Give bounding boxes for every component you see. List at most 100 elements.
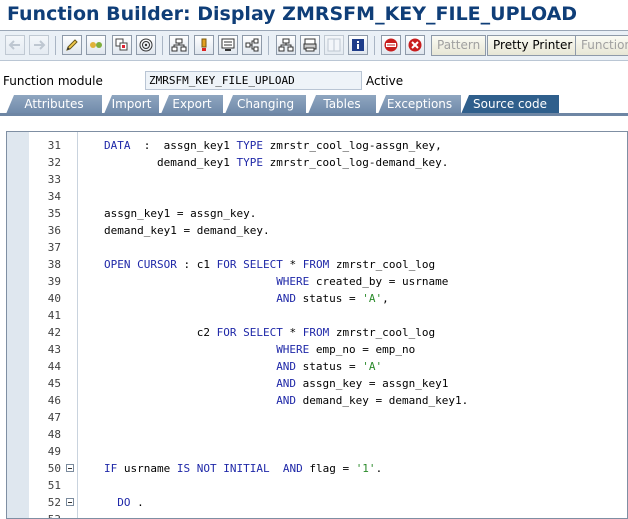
code-token: demand_key1 xyxy=(104,156,237,169)
display-change-icon[interactable] xyxy=(62,35,82,55)
line-number: 40 xyxy=(47,292,61,305)
code-line[interactable]: 43 WHERE emp_no = emp_no xyxy=(7,341,627,358)
keyword-token: WHERE xyxy=(276,275,310,288)
toolbar-separator xyxy=(374,36,375,55)
code-token: assgn_key = assgn_key1 xyxy=(296,377,449,390)
code-text: DATA : assgn_key1 TYPE zmrstr_cool_log-a… xyxy=(104,137,442,154)
line-number: 51 xyxy=(47,479,61,492)
function-module-field[interactable]: ZMRSFM_KEY_FILE_UPLOAD xyxy=(145,71,362,90)
code-line[interactable]: 53 xyxy=(7,511,627,518)
code-line[interactable]: 41 xyxy=(7,307,627,324)
keyword-token: WHERE xyxy=(276,343,310,356)
string-literal-token: 'A' xyxy=(362,292,383,305)
line-number: 45 xyxy=(47,377,61,390)
application-toolbar: Pattern Pretty Printer Function xyxy=(0,31,628,61)
line-number: 43 xyxy=(47,343,61,356)
keyword-token: AND xyxy=(276,394,297,407)
code-line[interactable]: 49 xyxy=(7,443,627,460)
code-line[interactable]: 34 xyxy=(7,188,627,205)
set-breakpoint-icon-2[interactable] xyxy=(381,35,401,55)
line-number: 50 xyxy=(47,462,61,475)
code-line[interactable]: 32 demand_key1 TYPE zmrstr_cool_log-dema… xyxy=(7,154,627,171)
tab-tables[interactable]: Tables xyxy=(308,95,376,114)
code-line[interactable]: 51 xyxy=(7,477,627,494)
collapse-block-icon[interactable] xyxy=(66,464,74,472)
keyword-token: FOR SELECT xyxy=(216,326,283,339)
layout-icon[interactable] xyxy=(324,35,344,55)
pattern-button[interactable]: Pattern xyxy=(431,35,487,56)
display-object-list-icon[interactable] xyxy=(218,35,238,55)
tab-export[interactable]: Export xyxy=(161,95,223,114)
code-line[interactable]: 31 DATA : assgn_key1 TYPE zmrstr_cool_log… xyxy=(7,137,627,154)
keyword-token: FROM xyxy=(302,326,330,339)
check-icon[interactable] xyxy=(112,35,132,55)
tab-changing[interactable]: Changing xyxy=(225,95,306,114)
code-line[interactable]: 52 DO . xyxy=(7,494,627,511)
activate-icon[interactable] xyxy=(136,35,156,55)
info-icon[interactable] xyxy=(348,35,368,55)
hierarchy-icon[interactable] xyxy=(242,35,262,55)
collapse-block-icon[interactable] xyxy=(66,498,74,506)
code-line[interactable]: 39 WHERE created_by = usrname xyxy=(7,273,627,290)
code-line[interactable]: 33 xyxy=(7,171,627,188)
tab-import[interactable]: Import xyxy=(104,95,159,114)
code-line[interactable]: 50 IF usrname IS NOT INITIAL AND flag = '… xyxy=(7,460,627,477)
code-line[interactable]: 35 assgn_key1 = assgn_key. xyxy=(7,205,627,222)
tab-attributes[interactable]: Attributes xyxy=(6,95,102,114)
code-token: zmrstr_cool_log-assgn_key, xyxy=(262,139,442,152)
toolbar-separator xyxy=(162,36,163,55)
pretty-printer-button[interactable]: Pretty Printer xyxy=(487,35,579,56)
code-text: WHERE created_by = usrname xyxy=(104,273,448,290)
tab-strip: Attributes Import Export Changing Tables… xyxy=(0,95,628,115)
code-line[interactable]: 38 OPEN CURSOR : c1 FOR SELECT * FROM zmr… xyxy=(7,256,627,273)
code-token: zmrstr_cool_log xyxy=(329,326,436,339)
string-literal-token: '1' xyxy=(355,462,376,475)
where-used-icon[interactable] xyxy=(194,35,214,55)
keyword-token: AND xyxy=(282,462,303,475)
code-line[interactable]: 44 AND status = 'A' xyxy=(7,358,627,375)
function-button[interactable]: Function xyxy=(575,35,628,56)
keyword-token: IS NOT INITIAL xyxy=(176,462,270,475)
line-number: 34 xyxy=(47,190,61,203)
code-line[interactable]: 46 AND demand_key = demand_key1. xyxy=(7,392,627,409)
line-number: 35 xyxy=(47,207,61,220)
back-icon[interactable] xyxy=(5,35,25,55)
code-text: assgn_key1 = assgn_key. xyxy=(104,205,256,222)
code-line[interactable]: 48 xyxy=(7,426,627,443)
code-text: AND status = 'A' xyxy=(104,358,382,375)
keyword-token: IF xyxy=(104,462,118,475)
code-line[interactable]: 47 xyxy=(7,409,627,426)
code-line[interactable]: 36 demand_key1 = demand_key. xyxy=(7,222,627,239)
code-text: AND demand_key = demand_key1. xyxy=(104,392,468,409)
code-line[interactable]: 40 AND status = 'A', xyxy=(7,290,627,307)
test-icon[interactable] xyxy=(169,35,189,55)
line-number: 42 xyxy=(47,326,61,339)
code-text: AND assgn_key = assgn_key1 xyxy=(104,375,448,392)
line-number: 37 xyxy=(47,241,61,254)
code-text: demand_key1 TYPE zmrstr_cool_log-demand_… xyxy=(104,154,448,171)
tab-exceptions[interactable]: Exceptions xyxy=(378,95,461,114)
other-object-icon[interactable] xyxy=(86,35,106,55)
set-breakpoint-icon[interactable] xyxy=(276,35,296,55)
code-line[interactable]: 37 xyxy=(7,239,627,256)
code-token: created_by = usrname xyxy=(309,275,449,288)
print-icon[interactable] xyxy=(300,35,320,55)
tab-source-code[interactable]: Source code xyxy=(461,95,559,114)
code-line[interactable]: 42 c2 FOR SELECT * FROM zmrstr_cool_log xyxy=(7,324,627,341)
line-number: 49 xyxy=(47,445,61,458)
code-text: demand_key1 = demand_key. xyxy=(104,222,270,239)
toolbar-separator xyxy=(268,36,269,55)
code-token: , xyxy=(382,292,389,305)
session-breakpoint-icon[interactable] xyxy=(405,35,425,55)
window-title: Function Builder: Display ZMRSFM_KEY_FIL… xyxy=(7,3,578,25)
forward-icon[interactable] xyxy=(29,35,49,55)
source-code-editor[interactable]: 31 DATA : assgn_key1 TYPE zmrstr_cool_log… xyxy=(6,131,628,519)
code-line[interactable]: 45 AND assgn_key = assgn_key1 xyxy=(7,375,627,392)
keyword-token: TYPE xyxy=(236,139,263,152)
code-token: : c1 xyxy=(176,258,217,271)
line-number: 52 xyxy=(47,496,61,509)
